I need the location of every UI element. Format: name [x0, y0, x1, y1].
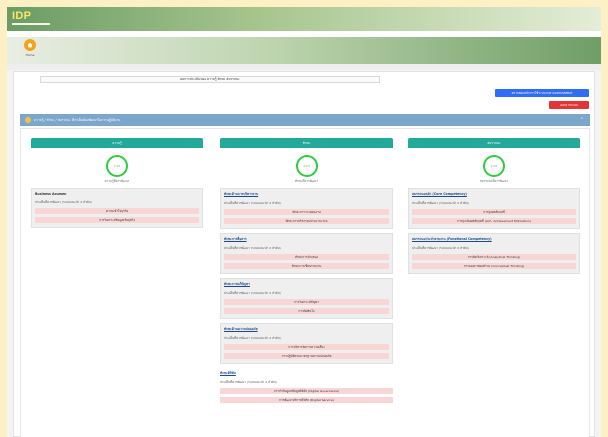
section-subtitle: ประเด็นที่ควรพัฒนา (ระบบแนะนำ 2 ลำดับ) — [224, 291, 281, 295]
competency-panel: ความรู้ 2.00 ความรู้ที่ควรพัฒนา Business Ac… — [20, 128, 590, 437]
gauge-value: 2.00 — [108, 157, 126, 175]
logo-underline — [12, 23, 50, 25]
app-frame: IDP Home ผลการประเมินของ ความรู้ ทักษะ ส… — [7, 7, 601, 437]
competency-section: Business Acumen ประเด็นที่ควรพัฒนา (ระบบแ… — [31, 188, 203, 228]
development-item[interactable]: การวิเคราะห์ข้อมูลเชิงธุรกิจ — [35, 217, 199, 223]
column-2: สมรรถนะ 2.00 สมรรถนะที่ควรพัฒนาสมรรถนะหลัก… — [408, 138, 580, 274]
gauge-value: 2.00 — [485, 157, 503, 175]
section-title[interactable]: สมรรถนะหลัก (Core Competency) — [412, 192, 576, 197]
employee-title: ผลการประเมินของ ความรู้ ทักษะ สมรรถนะ — [40, 76, 380, 83]
section-title[interactable]: ทักษะการสื่อสาร — [224, 237, 389, 242]
competency-section: ทักษะด้านการบริหารงานประเด็นที่ควรพัฒนา … — [220, 188, 393, 229]
accordion-title: ความรู้ / ทักษะ / สมรรถนะ ที่จำเป็นต้องพ… — [34, 118, 121, 122]
section-title[interactable]: ทักษะดิจิทัล — [220, 371, 393, 376]
competency-section: ทักษะการแก้ปัญหาประเด็นที่ควรพัฒนา (ระบบ… — [220, 278, 393, 319]
column-1: ทักษะ 4.00 ทักษะที่ควรพัฒนาทักษะด้านการบริ… — [220, 138, 393, 407]
gauge-box: 2.00 ความรู้ที่ควรพัฒนา — [31, 148, 203, 184]
development-item[interactable]: ความเข้าใจธุรกิจ — [35, 208, 199, 214]
section-subtitle: ประเด็นที่ควรพัฒนา (ระบบแนะนำ 2 ลำดับ) — [224, 201, 281, 205]
development-item[interactable]: การมุ่งผลสัมฤทธิ์ — [412, 209, 576, 215]
section-title[interactable]: ทักษะการแก้ปัญหา — [224, 282, 389, 287]
section-subtitle: ประเด็นที่ควรพัฒนา (ระบบแนะนำ 2 ลำดับ) — [35, 200, 92, 204]
bulb-icon — [25, 117, 31, 123]
section-subtitle: ประเด็นที่ควรพัฒนา (ระบบแนะนำ 2 ลำดับ) — [220, 380, 277, 384]
development-item[interactable]: การคิดวิเคราะห์ (Analytical Thinking) — [412, 254, 576, 260]
gauge-caption: สมรรถนะที่ควรพัฒนา — [479, 179, 509, 183]
development-item[interactable]: การพัฒนาบริการดิจิทัล (Digital Service) — [220, 397, 393, 403]
nav-bar: Home — [7, 37, 601, 64]
section-title[interactable]: ทักษะด้านการบริหารงาน — [224, 192, 389, 197]
top-bar: IDP — [7, 7, 601, 31]
nav-divider — [7, 64, 601, 70]
score-gauge: 4.00 — [295, 155, 318, 177]
competency-section: สมรรถนะหลัก (Core Competency) ประเด็นที่ค… — [408, 188, 580, 229]
gauge-caption: ทักษะที่ควรพัฒนา — [294, 179, 319, 183]
gauge-box: 2.00 สมรรถนะที่ควรพัฒนา — [408, 148, 580, 184]
home-label: Home — [25, 53, 35, 57]
section-subtitle: ประเด็นที่ควรพัฒนา (ระบบแนะนำ 2 ลำดับ) — [224, 336, 281, 340]
app-logo[interactable]: IDP — [12, 10, 31, 22]
development-item[interactable]: การตัดสินใจ — [224, 308, 389, 314]
home-icon — [24, 39, 36, 51]
main-content: ผลการประเมินของ ความรู้ ทักษะ สมรรถนะ ตร… — [13, 71, 595, 437]
development-item[interactable]: ทักษะการเขียนรายงาน — [224, 263, 389, 269]
section-title[interactable]: Business Acumen — [35, 192, 199, 196]
development-item[interactable]: การมองภาพองค์รวม (Conceptual Thinking) — [412, 263, 576, 269]
section-title[interactable]: ทักษะด้านความปลอดภัย — [224, 327, 389, 332]
competency-section: ทักษะการสื่อสารประเด็นที่ควรพัฒนา (ระบบแ… — [220, 233, 393, 274]
assessment-guide-button[interactable]: ตรวจสอบหลักการใช้ระบบ IDP ASSESSMENT — [495, 89, 589, 97]
section-subtitle: ประเด็นที่ควรพัฒนา (ระบบแนะนำ 2 ลำดับ) — [412, 246, 469, 250]
home-button[interactable]: Home — [21, 39, 39, 61]
chevron-up-icon[interactable]: ⌃ — [580, 114, 584, 126]
competency-accordion-header[interactable]: ความรู้ / ทักษะ / สมรรถนะ ที่จำเป็นต้องพ… — [20, 114, 590, 126]
development-item[interactable]: การวิเคราะห์ปัญหา — [224, 299, 389, 305]
development-item[interactable]: การบริหารจัดการความเสี่ยง — [224, 344, 389, 350]
gauge-caption: ความรู้ที่ควรพัฒนา — [104, 179, 130, 183]
development-item[interactable]: ทักษะการบริหารงบประมาณ ICS — [224, 218, 389, 224]
score-gauge: 2.00 — [483, 155, 505, 177]
section-subtitle: ประเด็นที่ควรพัฒนา (ระบบแนะนำ 2 ลำดับ) — [412, 201, 469, 205]
development-item[interactable]: การมุ่งเน้นผลสัมฤทธิ์ (Ach. Achievement … — [412, 218, 576, 224]
column-0: ความรู้ 2.00 ความรู้ที่ควรพัฒนา Business Ac… — [31, 138, 203, 228]
column-header: ทักษะ — [220, 138, 393, 148]
competency-section: ทักษะดิจิทัลประเด็นที่ควรพัฒนา (ระบบแนะน… — [220, 368, 393, 407]
development-item[interactable]: ทักษะการวางแผนงาน — [224, 209, 389, 215]
column-header: ความรู้ — [31, 138, 203, 148]
section-subtitle: ประเด็นที่ควรพัฒนา (ระบบแนะนำ 2 ลำดับ) — [224, 246, 281, 250]
development-item[interactable]: การกำกับดูแลข้อมูลดิจิทัล (Digital Gover… — [220, 388, 393, 394]
score-gauge: 2.00 — [106, 155, 128, 177]
gauge-value: 4.00 — [297, 157, 316, 175]
section-title[interactable]: สมรรถนะประจำสายงาน (Functional Competenc… — [412, 237, 576, 242]
competency-section: ทักษะด้านความปลอดภัยประเด็นที่ควรพัฒนา (… — [220, 323, 393, 364]
development-item[interactable]: ทักษะการนำเสนอ — [224, 254, 389, 260]
development-item[interactable]: การปฏิบัติตามมาตรฐานความปลอดภัย — [224, 353, 389, 359]
logout-button[interactable]: ออกจากระบบ — [549, 101, 589, 109]
gauge-box: 4.00 ทักษะที่ควรพัฒนา — [220, 148, 393, 184]
column-header: สมรรถนะ — [408, 138, 580, 148]
competency-section: สมรรถนะประจำสายงาน (Functional Competenc… — [408, 233, 580, 274]
